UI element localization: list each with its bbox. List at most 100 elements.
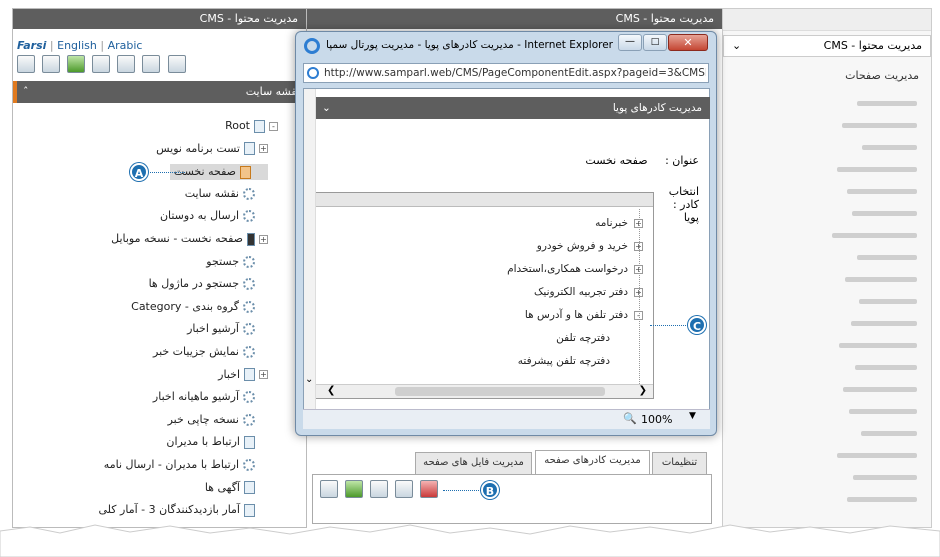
paste-icon[interactable] — [320, 480, 338, 498]
horizontal-scrollbar[interactable]: ❮ ❯ — [315, 384, 653, 398]
tree-item[interactable]: + صفحه نخست - نسخه موبایل — [111, 232, 268, 246]
select-box-label: انتخاب کادر : پویا — [668, 185, 699, 224]
page-icon — [254, 119, 265, 133]
tree-item[interactable]: ارسال به دوستان — [160, 209, 268, 223]
sitemap-header: ˆ نقشه سایت — [13, 81, 306, 103]
add-box-icon[interactable] — [370, 480, 389, 498]
dynamic-box-item[interactable]: -دفتر تلفن ها و آدرس ها — [525, 309, 643, 321]
panel-header: ⌄ مدیریت کادرهای پویا — [314, 97, 710, 119]
maximize-button[interactable]: □ — [643, 34, 667, 51]
panel-chevron-icon[interactable]: ⌄ — [322, 97, 331, 119]
blurred-menu-line — [837, 167, 917, 172]
scroll-right-icon[interactable]: ❯ — [639, 385, 647, 396]
expand-toggle-icon[interactable]: + — [259, 370, 268, 380]
blurred-menu-line — [861, 431, 917, 436]
scroll-down-icon[interactable]: ⌄ — [305, 374, 313, 385]
tree-item[interactable]: گروه بندی - Category — [131, 300, 268, 313]
tab-files[interactable]: مدیریت فایل های صفحه — [415, 452, 532, 474]
lang-arabic-link[interactable]: Arabic — [108, 39, 143, 52]
collapse-chevron-icon[interactable]: ˆ — [23, 81, 29, 103]
zoom-dropdown-icon[interactable]: ▼ — [689, 411, 696, 421]
expand-toggle-icon[interactable]: - — [269, 121, 278, 131]
tree-item-label: آگهی ها — [204, 480, 240, 494]
ie-page-icon — [307, 67, 319, 79]
print-icon[interactable] — [17, 55, 35, 73]
sitemap-title: نقشه سایت — [245, 85, 300, 98]
zoom-icon[interactable]: 🔍 — [623, 412, 637, 425]
tab-dynamic-boxes[interactable]: مدیریت کادرهای صفحه — [535, 450, 650, 474]
tree-item-label: گروه بندی - Category — [131, 299, 239, 313]
dynamic-box-item[interactable]: +درخواست همکاری،استخدام — [507, 263, 643, 275]
page-icon — [244, 481, 255, 495]
tree-item[interactable]: + اخبار — [218, 368, 268, 382]
tree-item[interactable]: جستجو در ماژول ها — [149, 277, 268, 291]
tree-item-label: Root — [225, 119, 250, 132]
edit-page-icon[interactable] — [42, 55, 61, 73]
badge-c: C — [688, 316, 706, 334]
dynamic-box-item[interactable]: +خبرنامه — [595, 217, 643, 229]
add-dynamic-box-icon[interactable] — [420, 480, 439, 498]
tree-item[interactable]: ارتباط با مدیران — [166, 435, 268, 449]
blurred-menu-line — [839, 343, 917, 348]
zoom-level[interactable]: 100% — [641, 413, 672, 426]
address-bar[interactable]: http://www.samparl.web/CMS/PageComponent… — [303, 63, 709, 83]
right-panel-title: CMS - مدیریت محتوا — [823, 39, 922, 52]
dynamic-box-label: دفتر تجربیه الکترونیک — [534, 286, 628, 298]
dynamic-box-item[interactable]: +خرید و فروش خودرو — [537, 240, 643, 252]
badge-a: A — [130, 163, 148, 181]
minimize-button[interactable]: — — [618, 34, 642, 51]
close-button[interactable]: ✕ — [668, 34, 708, 51]
tree-item-label: نسخه چاپی خبر — [167, 412, 239, 426]
pages-label[interactable]: مدیریت صفحات — [845, 69, 919, 82]
add-page-icon[interactable] — [92, 55, 111, 73]
tree-item[interactable]: ارتباط با مدیران - ارسال نامه — [104, 458, 268, 471]
title-field-row: عنوان : صفحه نخست — [585, 154, 699, 167]
tree-item-label: نمایش جزییات خبر — [153, 345, 239, 358]
tree-item[interactable]: + تست برنامه نویس — [156, 142, 268, 156]
tree-item[interactable]: - Root — [225, 119, 278, 133]
tree-connector — [639, 209, 640, 384]
dynamic-box-label: خرید و فروش خودرو — [536, 240, 628, 252]
refresh-icon[interactable] — [67, 55, 86, 73]
tree-item[interactable]: نسخه چاپی خبر — [168, 413, 268, 426]
blurred-menu-line — [862, 145, 917, 150]
blurred-menu-line — [852, 211, 917, 216]
lang-farsi-link[interactable]: Farsi — [17, 39, 46, 52]
center-header: CMS - مدیریت محتوا — [307, 9, 722, 29]
list-header-strip — [315, 193, 653, 207]
edit-box-icon[interactable] — [395, 480, 414, 498]
dynamic-box-item[interactable]: +دفتر تجربیه الکترونیک — [534, 286, 643, 298]
copy-page-icon[interactable] — [142, 55, 161, 73]
tree-item[interactable]: آمار بازدیدکنندگان 3 - آمار کلی — [98, 503, 268, 517]
lang-english-link[interactable]: English — [57, 39, 97, 52]
scroll-left-icon[interactable]: ❮ — [327, 385, 335, 396]
tree-item-label: نقشه سایت — [184, 186, 239, 200]
vertical-scrollbar[interactable]: ⌄ — [304, 89, 316, 414]
refresh-icon[interactable] — [345, 480, 364, 498]
dynamic-box-list[interactable]: +خبرنامه +خرید و فروش خودرو +درخواست همکار… — [314, 192, 654, 399]
dynamic-box-item[interactable]: دفترچه تلفن — [556, 332, 625, 344]
dynamic-box-item[interactable]: دفترچه تلفن پیشرفته — [518, 355, 625, 367]
expand-toggle-icon[interactable]: + — [259, 234, 268, 244]
expand-toggle-icon[interactable]: + — [259, 144, 268, 154]
panel-title: مدیریت کادرهای پویا — [612, 102, 702, 114]
move-page-icon[interactable] — [117, 55, 136, 73]
tree-item[interactable]: جستجو — [206, 255, 268, 268]
dynamic-box-label: دفتر تلفن ها و آدرس ها — [524, 309, 628, 321]
tree-item-label: آمار بازدیدکنندگان 3 - آمار کلی — [98, 503, 240, 517]
gear-icon — [243, 346, 255, 358]
new-page-icon[interactable] — [167, 55, 186, 73]
tab-settings[interactable]: تنظیمات — [652, 452, 707, 474]
tree-item[interactable]: آرشیو اخبار — [187, 322, 268, 336]
gear-icon — [243, 391, 255, 404]
right-panel-header[interactable]: ⌄ CMS - مدیریت محتوا — [723, 35, 931, 57]
blurred-menu-line — [832, 233, 917, 238]
scroll-thumb[interactable] — [395, 387, 605, 396]
tree-item[interactable]: نمایش جزییات خبر — [153, 345, 268, 358]
tree-item[interactable]: آرشیو ماهیانه اخبار — [153, 390, 268, 404]
blurred-menu-line — [855, 365, 917, 370]
title-label: عنوان : — [665, 154, 699, 167]
tree-item[interactable]: نقشه سایت — [185, 187, 268, 200]
tree-item[interactable]: آگهی ها — [205, 481, 268, 495]
badge-a-line — [150, 172, 185, 173]
